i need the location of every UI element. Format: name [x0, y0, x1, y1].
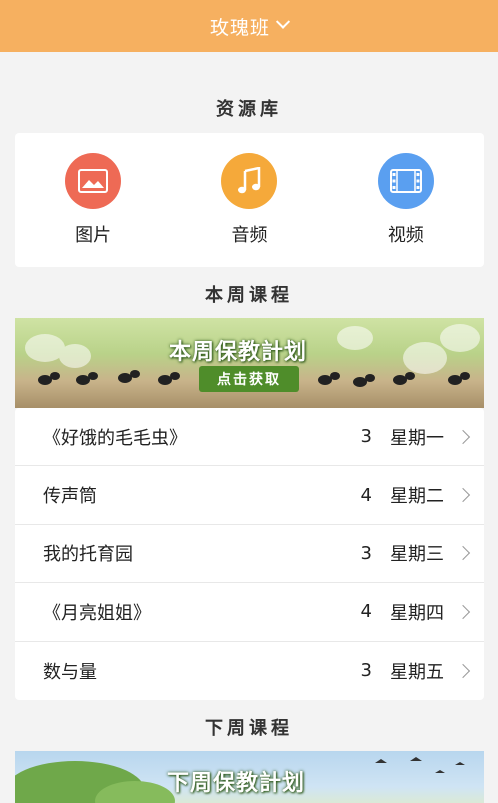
- course-day: 星期五: [390, 661, 444, 683]
- course-count: 3: [360, 542, 372, 564]
- course-day: 星期四: [390, 602, 444, 624]
- resource-label: 图片: [75, 225, 112, 246]
- next-week-title: 下周课程: [205, 718, 293, 739]
- resource-library: 图片 音频 视频: [15, 133, 484, 267]
- chevron-right-icon: [455, 488, 471, 503]
- course-count: 4: [360, 484, 372, 506]
- chevron-right-icon: [455, 429, 471, 444]
- course-row[interactable]: 数与量 3 星期五: [15, 642, 484, 700]
- music-note-icon: [221, 153, 278, 209]
- class-name: 玫瑰班: [209, 16, 270, 39]
- course-name: 我的托育园: [43, 544, 133, 566]
- resource-label: 音频: [231, 225, 268, 246]
- chevron-right-icon: [455, 663, 471, 678]
- film-icon: [377, 153, 434, 209]
- get-plan-button[interactable]: 点击获取: [199, 366, 299, 392]
- banner-title: 本周保教計划: [169, 340, 308, 365]
- course-row[interactable]: 传声筒 4 星期二: [15, 466, 484, 525]
- chevron-down-icon: [275, 14, 291, 29]
- banner-title: 下周保教計划: [167, 771, 306, 796]
- resources-title: 资源库: [216, 99, 282, 120]
- this-week-plan-banner[interactable]: 本周保教計划 点击获取: [15, 318, 484, 408]
- course-day: 星期三: [390, 544, 444, 566]
- next-week-plan-banner[interactable]: 下周保教計划: [15, 751, 484, 803]
- course-row[interactable]: 《好饿的毛毛虫》 3 星期一: [15, 408, 484, 467]
- this-week-title: 本周课程: [205, 285, 293, 306]
- course-row[interactable]: 《月亮姐姐》 4 星期四: [15, 583, 484, 642]
- course-count: 3: [360, 426, 372, 448]
- course-count: 3: [360, 660, 372, 682]
- course-day: 星期一: [390, 427, 444, 449]
- resource-audio-button[interactable]: 音频: [189, 153, 309, 247]
- course-name: 传声筒: [43, 486, 97, 508]
- course-name: 《月亮姐姐》: [43, 602, 151, 624]
- course-row[interactable]: 我的托育园 3 星期三: [15, 525, 484, 584]
- resource-video-button[interactable]: 视频: [346, 153, 466, 247]
- course-list: 《好饿的毛毛虫》 3 星期一 传声筒 4 星期二 我的托育园 3 星期三 《月亮…: [15, 408, 484, 700]
- image-icon: [65, 153, 122, 209]
- class-selector[interactable]: 玫瑰班: [0, 0, 498, 52]
- course-name: 《好饿的毛毛虫》: [43, 427, 187, 449]
- course-day: 星期二: [390, 486, 444, 508]
- resource-images-button[interactable]: 图片: [33, 153, 153, 247]
- course-name: 数与量: [43, 661, 97, 683]
- resource-label: 视频: [387, 225, 424, 246]
- chevron-right-icon: [455, 546, 471, 561]
- chevron-right-icon: [455, 604, 471, 619]
- course-count: 4: [360, 601, 372, 623]
